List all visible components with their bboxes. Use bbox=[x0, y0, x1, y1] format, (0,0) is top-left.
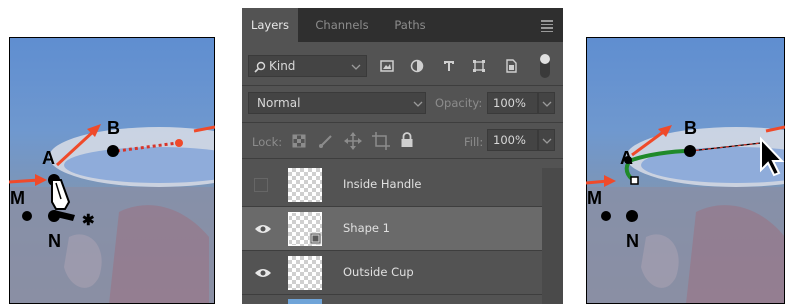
tab-layers[interactable]: Layers bbox=[242, 8, 298, 42]
layer-name: Outside Cup bbox=[343, 265, 414, 279]
opacity-input[interactable]: 100% bbox=[487, 92, 538, 114]
fill-label: Fill: bbox=[464, 135, 484, 149]
layer-thumbnail bbox=[288, 168, 322, 202]
layer-thumbnail bbox=[288, 212, 322, 246]
left-illustration: B A M N ✱ bbox=[9, 37, 215, 304]
opacity-label: Opacity: bbox=[435, 96, 483, 110]
layers-scrollbar[interactable] bbox=[542, 168, 563, 304]
chevron-down-icon bbox=[542, 101, 552, 107]
filter-kind-label: Kind bbox=[269, 59, 296, 73]
eye-icon[interactable] bbox=[254, 267, 272, 279]
filter-toggle-switch[interactable] bbox=[540, 54, 550, 78]
point-label-a: A bbox=[620, 148, 633, 168]
point-label-m: M bbox=[10, 188, 25, 208]
convert-point-annotation: ✱ bbox=[82, 212, 95, 229]
point-label-b: B bbox=[684, 118, 697, 138]
lock-artboard-icon[interactable] bbox=[372, 132, 390, 150]
layer-row-outside-cup[interactable]: Outside Cup bbox=[242, 251, 542, 294]
lock-label: Lock: bbox=[252, 135, 283, 149]
filter-smart-object-icon[interactable] bbox=[504, 59, 518, 73]
point-label-m: M bbox=[587, 188, 602, 208]
layer-name: Shape 1 bbox=[343, 221, 390, 235]
panel-tab-bar: Layers Channels Paths bbox=[242, 8, 563, 42]
point-label-n: N bbox=[48, 231, 61, 251]
lock-all-icon[interactable] bbox=[400, 132, 414, 148]
panel-menu-icon[interactable] bbox=[541, 20, 553, 34]
filter-shape-icon[interactable] bbox=[472, 59, 486, 73]
layer-thumbnail bbox=[288, 299, 322, 304]
filter-kind-select[interactable]: Kind bbox=[248, 55, 367, 77]
tab-paths[interactable]: Paths bbox=[384, 8, 436, 42]
lock-image-pixels-icon[interactable] bbox=[318, 133, 334, 149]
filter-type-icon[interactable] bbox=[442, 59, 456, 73]
layer-name: Inside Handle bbox=[343, 177, 422, 191]
layer-row-partial[interactable] bbox=[242, 295, 542, 304]
lock-position-icon[interactable] bbox=[344, 132, 362, 150]
search-icon bbox=[254, 61, 266, 73]
left-illustration-canvas: B A M N ✱ bbox=[9, 37, 215, 304]
eye-icon[interactable] bbox=[254, 223, 272, 235]
fill-dropdown-button[interactable] bbox=[538, 129, 555, 151]
fill-input[interactable]: 100% bbox=[487, 129, 538, 151]
right-illustration-canvas: B A M N bbox=[586, 37, 785, 304]
layer-thumbnail bbox=[288, 256, 322, 290]
visibility-toggle-off[interactable] bbox=[254, 178, 268, 192]
right-illustration: B A M N bbox=[586, 37, 785, 304]
point-label-a: A bbox=[42, 148, 55, 168]
tab-channels[interactable]: Channels bbox=[302, 8, 382, 42]
shape-layer-badge-icon bbox=[288, 212, 322, 246]
lock-transparent-pixels-icon[interactable] bbox=[292, 134, 306, 148]
filter-pixel-icon[interactable] bbox=[380, 59, 394, 73]
point-label-b: B bbox=[107, 118, 120, 138]
chevron-down-icon bbox=[351, 64, 361, 70]
layer-row-shape-1[interactable]: Shape 1 bbox=[242, 207, 542, 250]
blend-mode-value: Normal bbox=[257, 96, 301, 110]
blend-mode-select[interactable]: Normal bbox=[248, 92, 426, 114]
chevron-down-icon bbox=[413, 101, 423, 107]
opacity-dropdown-button[interactable] bbox=[538, 92, 555, 114]
layer-row-inside-handle[interactable]: Inside Handle bbox=[242, 163, 542, 206]
chevron-down-icon bbox=[542, 138, 552, 144]
point-label-n: N bbox=[626, 231, 639, 251]
filter-adjustment-icon[interactable] bbox=[410, 59, 424, 73]
layers-panel: Layers Channels Paths Kind Normal Opacit… bbox=[242, 8, 563, 304]
